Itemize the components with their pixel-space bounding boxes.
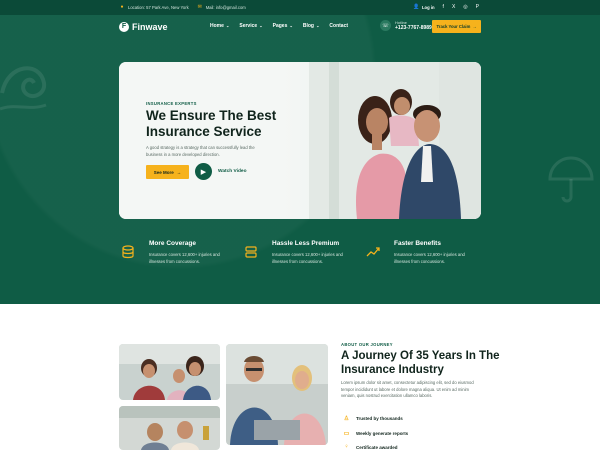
login-link[interactable]: 👤 Log in [413,4,435,10]
phone-icon: ☏ [380,20,391,31]
hotline[interactable]: ☏ Hotline +123-7767-8989 [380,20,432,31]
bullet-label: Certificate awarded [356,444,398,450]
see-more-label: See More [153,169,174,175]
about-bullet-trusted: ♙ Trusted by thousands [343,415,403,422]
track-claim-button[interactable]: Track Your Claim → [432,20,481,33]
hero-kicker: INSURANCE EXPERTS [146,101,197,106]
chevron-down-icon: ⌄ [314,23,320,28]
chevron-down-icon: ⌄ [224,23,230,28]
arrow-right-icon: → [472,24,477,29]
facebook-icon[interactable]: f [443,4,444,10]
about-title: A Journey Of 35 Years In The Insurance I… [341,350,500,376]
nav-menu: Home ⌄ Service ⌄ Pages ⌄ Blog ⌄ Contact [210,23,348,29]
pinterest-icon[interactable]: P [476,4,479,10]
trend-icon [366,247,380,257]
about-bullet-reports: ▭ Weekly generate reports [343,430,409,437]
feature-description: Insurance covers 12,600+ injuries and il… [272,252,343,264]
feature-description: Insurance covers 12,600+ injuries and il… [149,252,220,264]
nav-item-contact[interactable]: Contact [329,23,348,29]
see-more-button[interactable]: See More → [146,165,189,179]
chevron-down-icon: ⌄ [258,23,263,28]
hero-card: INSURANCE EXPERTS We Ensure The Best Ins… [119,62,481,219]
user-icon: ♙ [343,416,350,422]
report-icon: ▭ [343,431,350,437]
feature-description: Insurance covers 12,600+ injuries and il… [394,252,465,264]
umbrella-decoration-icon [548,156,594,203]
nav-item-pages[interactable]: Pages ⌄ [273,23,293,29]
login-label[interactable]: Log in [422,5,435,10]
brand-name: Finwave [132,22,168,32]
instagram-icon[interactable]: ◎ [463,4,467,10]
nav-item-label[interactable]: Pages [273,23,288,29]
mail-icon: ✉ [197,4,202,10]
feature-title: Hassle Less Premium [272,240,340,247]
bullet-label: Trusted by thousands [356,416,403,421]
nav-item-blog[interactable]: Blog ⌄ [303,23,320,29]
about-description: Lorem ipsum dolor sit amet, consectetur … [341,380,474,398]
about-kicker: ABOUT OUR JOURNEY [341,342,393,347]
about-photo-consultation [226,344,328,445]
brand-logo[interactable]: F Finwave [119,22,168,32]
hero-headline: We Ensure The Best Insurance Service [146,108,277,139]
nav-item-label[interactable]: Blog [303,23,314,29]
hotline-number[interactable]: +123-7767-8989 [395,25,432,31]
track-claim-label: Track Your Claim [436,24,471,29]
finwave-logo-icon: F [119,22,129,32]
about-photo-couple [119,406,220,450]
mail-info[interactable]: ✉ Mail: info@gmail.com [197,4,246,10]
nav-item-service[interactable]: Service ⌄ [239,23,262,29]
wave-decoration-icon [0,66,47,111]
x-twitter-icon[interactable]: X [452,4,455,10]
play-video-button[interactable]: ▶ [195,163,212,180]
location-text: Location: 57 Park Ave, New York [128,4,189,10]
nav-item-home[interactable]: Home ⌄ [210,23,229,29]
bullet-label: Weekly generate reports [356,431,409,436]
top-bar: ● Location: 57 Park Ave, New York ✉ Mail… [0,0,600,15]
nav-item-label[interactable]: Home [210,23,224,29]
server-icon [245,246,257,258]
location-pin-icon: ● [120,4,124,10]
about-photo-family [119,344,220,400]
nav-item-label[interactable]: Service [239,23,257,29]
watch-video-link[interactable]: Watch Video [218,169,247,174]
arrow-right-icon: → [176,169,182,175]
family-photo [309,62,481,219]
mail-text[interactable]: Mail: info@gmail.com [206,5,246,10]
main-nav: F Finwave Home ⌄ Service ⌄ Pages ⌄ Blog … [119,20,481,34]
award-icon: ♀ [344,444,349,450]
user-icon: 👤 [412,4,420,10]
feature-title: Faster Benefits [394,240,441,247]
database-icon [122,245,134,259]
about-bullet-certificate: ♀ Certificate awarded [343,444,398,450]
feature-title: More Coverage [149,240,196,247]
chevron-down-icon: ⌄ [288,23,293,28]
play-icon: ▶ [200,168,207,176]
hero-description: A good strategy is a strategy that can s… [146,145,255,157]
location-info: ● Location: 57 Park Ave, New York [119,4,189,10]
